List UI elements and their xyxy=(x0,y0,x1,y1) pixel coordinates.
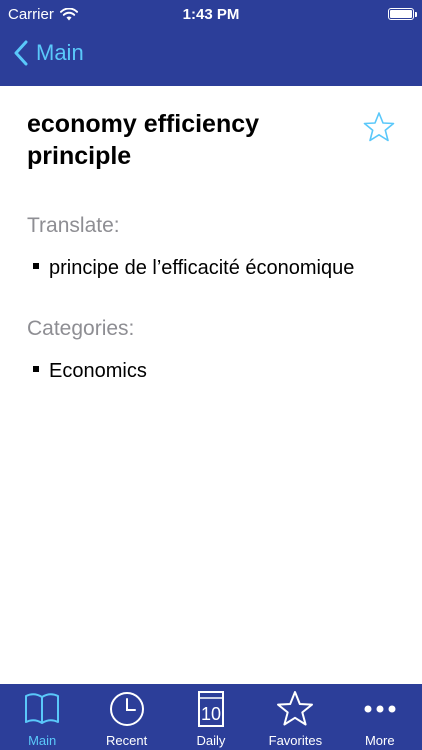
back-button[interactable]: Main xyxy=(14,40,84,66)
tab-more[interactable]: More xyxy=(338,684,422,750)
book-icon xyxy=(25,693,60,724)
bullet-icon xyxy=(33,365,39,372)
translation-item: principe de l’efficacité économique xyxy=(33,257,354,280)
battery-icon xyxy=(388,8,417,20)
entry-title: economy efficiency principle xyxy=(27,110,260,170)
tab-more-label: More xyxy=(364,733,395,748)
clock-time: 1:43 PM xyxy=(182,6,240,23)
star-outline-icon xyxy=(363,112,395,142)
tab-main[interactable]: Main xyxy=(0,684,84,750)
bullet-icon xyxy=(33,262,39,269)
status-bar: Carrier 1:43 PM xyxy=(0,0,422,30)
tab-recent-label: Recent xyxy=(105,733,148,748)
navigation-bar: Main xyxy=(0,30,422,86)
translation-text: principe de l’efficacité économique xyxy=(49,257,355,279)
tab-favorites[interactable]: Favorites xyxy=(253,684,337,750)
entry-content: economy efficiency principle Translate: … xyxy=(0,86,422,684)
chevron-left-icon xyxy=(14,40,28,66)
calendar-icon: 10 xyxy=(197,691,224,727)
daily-number: 10 xyxy=(201,704,221,724)
tab-favorites-label: Favorites xyxy=(268,733,323,748)
back-label: Main xyxy=(36,40,84,65)
tab-daily-label: Daily xyxy=(196,733,226,748)
clock-icon xyxy=(109,692,144,726)
category-text: Economics xyxy=(49,360,147,382)
tab-recent[interactable]: Recent xyxy=(84,684,168,750)
categories-label: Categories: xyxy=(27,317,135,340)
more-icon xyxy=(364,705,396,713)
favorite-star-button[interactable] xyxy=(362,110,396,144)
star-icon xyxy=(277,691,314,726)
tab-daily[interactable]: 10 Daily xyxy=(169,684,253,750)
category-item: Economics xyxy=(33,360,147,383)
translate-label: Translate: xyxy=(27,214,120,237)
tab-main-label: Main xyxy=(28,733,57,748)
tab-bar: Main Recent 10 Daily Favorites More xyxy=(0,684,422,750)
